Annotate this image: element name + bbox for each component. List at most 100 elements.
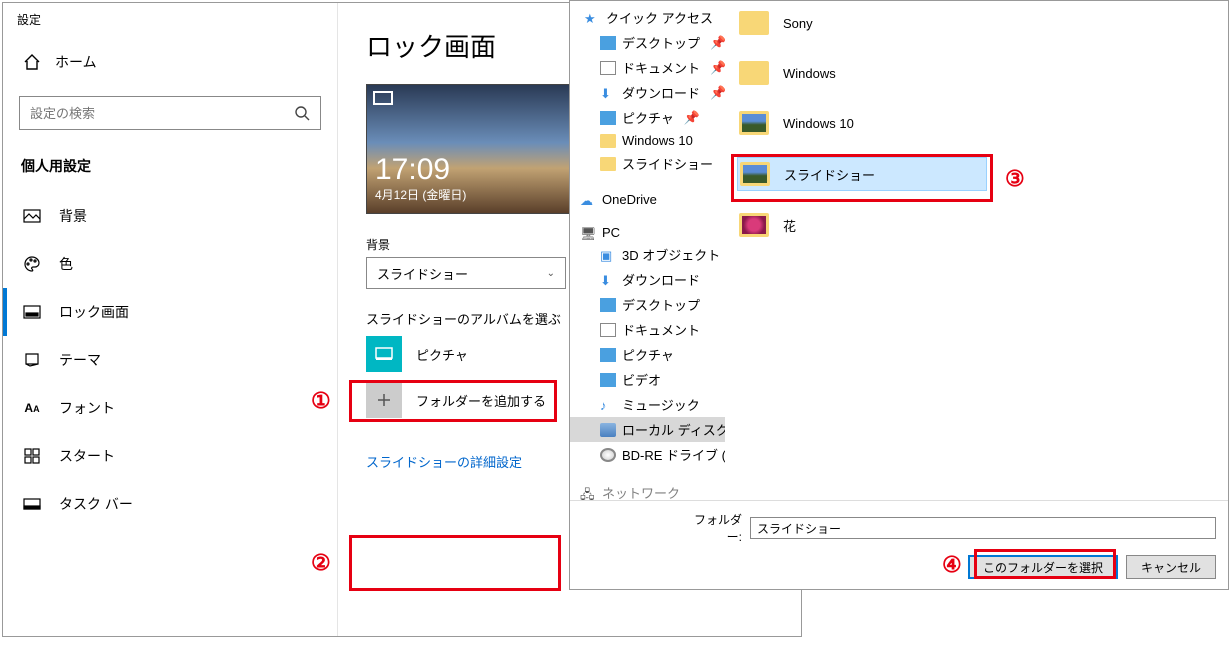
slideshow-icon [373,91,393,105]
search-box[interactable] [19,96,321,130]
sidebar-item-start[interactable]: スタート [3,432,337,480]
nav-label: ダウンロード [622,83,700,102]
sidebar-section: 個人用設定 [3,146,337,192]
nav-music[interactable]: ♪ミュージック [570,392,725,417]
star-icon: ★ [584,11,600,25]
nav-label: BD-RE ドライブ (D [622,445,725,464]
nav-network[interactable]: 🖧 ネットワーク [570,477,725,500]
dialog-nav: ★クイック アクセス デスクトップ📌 ドキュメント📌 ⬇ダウンロード📌 ピクチャ… [570,1,725,500]
callout-1: ① [311,388,331,414]
folder-windows[interactable]: Windows [737,57,987,89]
nav-pc[interactable]: 🖥PC [570,219,725,242]
pin-icon: 📌 [710,35,725,51]
nav-label: ドキュメント [622,58,700,77]
nav-label: ピクチャ [622,345,674,364]
nav-pictures2[interactable]: ピクチャ [570,342,725,367]
preview-time: 17:09 [375,153,450,187]
sidebar-item-background[interactable]: 背景 [3,192,337,240]
disk-icon [600,423,616,437]
music-icon: ♪ [600,398,616,412]
desktop-icon [600,36,616,50]
nav-label: スライドショー [622,154,713,173]
nav-label: ピクチャ [622,108,674,127]
font-icon: AA [23,399,41,417]
sidebar-item-lock[interactable]: ロック画面 [3,288,337,336]
lock-screen-icon [23,303,41,321]
start-icon [23,447,41,465]
sidebar-item-color[interactable]: 色 [3,240,337,288]
nav-documents2[interactable]: ドキュメント [570,317,725,342]
cube-icon: ▣ [600,248,616,262]
home-icon [23,53,41,71]
nav-desktop[interactable]: デスクトップ📌 [570,30,725,55]
background-dropdown[interactable]: スライドショー ⌄ [366,257,566,289]
image-icon [23,207,41,225]
dropdown-value: スライドショー [377,264,468,283]
sidebar-home[interactable]: ホーム [3,36,337,88]
callout-4: ④ [942,552,962,578]
download-icon: ⬇ [600,273,616,287]
nav-slideshow[interactable]: スライドショー [570,151,725,176]
nav-label: ダウンロード [622,270,700,289]
sidebar-item-label: ロック画面 [59,302,129,322]
nav-label: ビデオ [622,370,661,389]
sidebar-item-taskbar[interactable]: タスク バー [3,480,337,528]
sidebar-item-label: 背景 [59,206,87,226]
nav-label: ローカル ディスク (C [622,420,725,439]
picture-icon [600,111,616,125]
nav-downloads[interactable]: ⬇ダウンロード📌 [570,80,725,105]
nav-downloads2[interactable]: ⬇ ダウンロード [570,267,725,292]
folder-thumb [739,111,769,135]
nav-pictures[interactable]: ピクチャ📌 [570,105,725,130]
folder-name-input[interactable] [750,517,1216,539]
cancel-button[interactable]: キャンセル [1126,555,1216,579]
folder-flower[interactable]: 花 [737,209,987,241]
callout-2: ② [311,550,331,576]
sidebar-item-theme[interactable]: テーマ [3,336,337,384]
document-icon [600,323,616,337]
folder-label: Windows [783,66,836,81]
dialog-body: ★クイック アクセス デスクトップ📌 ドキュメント📌 ⬇ダウンロード📌 ピクチャ… [570,1,1228,500]
nav-3d[interactable]: ▣3D オブジェクト [570,242,725,267]
nav-onedrive[interactable]: ☁OneDrive [570,186,725,209]
theme-icon [23,351,41,369]
folder-slideshow[interactable]: スライドショー [737,157,987,191]
nav-win10[interactable]: Windows 10 [570,130,725,151]
folder-dialog: ★クイック アクセス デスクトップ📌 ドキュメント📌 ⬇ダウンロード📌 ピクチャ… [569,0,1229,590]
nav-label: PC [602,225,620,240]
nav-label: ネットワーク [602,483,680,500]
folder-label: Sony [783,16,813,31]
search-icon [294,105,310,121]
folder-label: スライドショー [784,165,875,184]
lock-preview: 17:09 4月12日 (金曜日) [366,84,581,214]
sidebar-item-label: タスク バー [59,494,133,514]
folder-name-row: フォルダー: [582,511,1216,545]
nav-label: デスクトップ [622,295,700,314]
nav-quick-access[interactable]: ★クイック アクセス [570,5,725,30]
network-icon: 🖧 [580,486,596,500]
folder-thumb [739,213,769,237]
window-title: 設定 [3,3,337,36]
sidebar-item-label: 色 [59,254,73,274]
sidebar-item-font[interactable]: AA フォント [3,384,337,432]
nav-video[interactable]: ビデオ [570,367,725,392]
folder-label: Windows 10 [783,116,854,131]
search-input[interactable] [30,106,294,121]
folder-thumb [739,11,769,35]
folder-field-label: フォルダー: [692,511,742,545]
album-pictures-label: ピクチャ [416,345,468,364]
folder-thumb [739,61,769,85]
sidebar-item-label: スタート [59,446,115,466]
nav-desktop2[interactable]: デスクトップ [570,292,725,317]
folder-sony[interactable]: Sony [737,7,987,39]
select-folder-button[interactable]: このフォルダーを選択 [968,555,1118,579]
dialog-buttons: このフォルダーを選択 キャンセル [582,555,1216,579]
dialog-footer: フォルダー: このフォルダーを選択 キャンセル [570,500,1228,589]
nav-bdre[interactable]: BD-RE ドライブ (D [570,442,725,467]
cloud-icon: ☁ [580,193,596,207]
pin-icon: 📌 [710,85,725,101]
nav-documents[interactable]: ドキュメント📌 [570,55,725,80]
folder-win10[interactable]: Windows 10 [737,107,987,139]
nav-localdisk[interactable]: ローカル ディスク (C [570,417,725,442]
document-icon [600,61,616,75]
